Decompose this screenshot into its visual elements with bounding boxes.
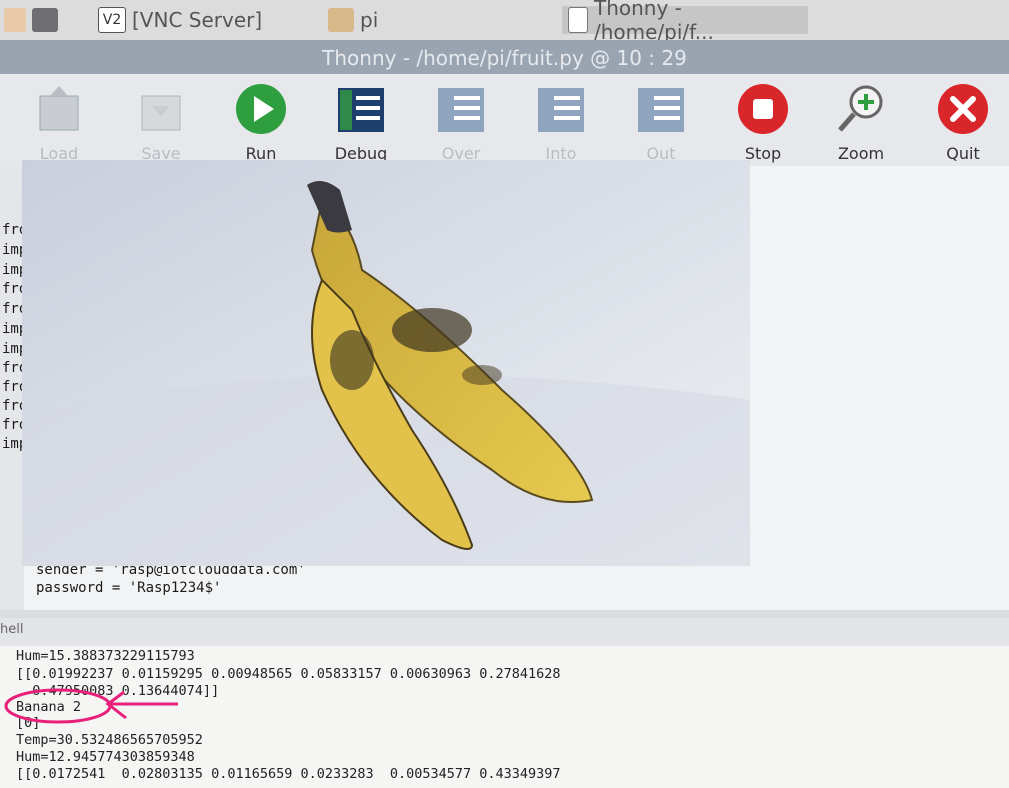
taskbar-pi-label: pi bbox=[360, 8, 379, 32]
out-button[interactable]: Out bbox=[618, 82, 704, 163]
shell-line: [[0.0172541 0.02803135 0.01165659 0.0233… bbox=[16, 766, 561, 782]
shell-tab-label: hell bbox=[0, 622, 24, 637]
shell-line: Temp=30.532486565705952 bbox=[16, 732, 203, 748]
window-title: Thonny - /home/pi/fruit.py @ 10 : 29 bbox=[322, 46, 687, 70]
toolbar: Load Save Run Debug Over Into Out Stop Z… bbox=[0, 74, 1009, 166]
taskbar-item-pi[interactable]: pi bbox=[328, 6, 378, 34]
thonny-icon bbox=[568, 7, 588, 33]
quit-label: Quit bbox=[946, 144, 980, 163]
annotation-circle-arrow bbox=[4, 688, 178, 724]
taskbar-item-thonny[interactable]: Thonny - /home/pi/f... bbox=[562, 0, 808, 44]
load-button[interactable]: Load bbox=[16, 82, 102, 163]
taskbar-thonny-label: Thonny - /home/pi/f... bbox=[594, 0, 714, 44]
window-titlebar[interactable]: Thonny - /home/pi/fruit.py @ 10 : 29 bbox=[0, 40, 1009, 74]
run-button[interactable]: Run bbox=[218, 82, 304, 163]
shell-output[interactable]: Hum=15.388373229115793 [[0.01992237 0.01… bbox=[0, 646, 1009, 788]
shell-line: Hum=15.388373229115793 bbox=[16, 648, 195, 664]
app-icon bbox=[4, 8, 26, 32]
shell-tab[interactable]: hell bbox=[0, 618, 1009, 646]
taskbar-vnc-label: [VNC Server] bbox=[132, 8, 263, 32]
quit-button[interactable]: Quit bbox=[920, 82, 1006, 163]
run-icon bbox=[236, 84, 286, 134]
shell-line: [[0.01992237 0.01159295 0.00948565 0.058… bbox=[16, 666, 561, 682]
vnc-icon: V2 bbox=[98, 7, 126, 33]
step-into-icon bbox=[538, 88, 584, 132]
load-icon bbox=[39, 86, 79, 131]
debug-button[interactable]: Debug bbox=[318, 82, 404, 163]
taskbar-item-app[interactable] bbox=[4, 6, 64, 34]
banana-image bbox=[22, 160, 750, 566]
debug-icon bbox=[338, 88, 384, 132]
camera-preview-window bbox=[22, 160, 750, 566]
taskbar: V2 [VNC Server] pi Thonny - /home/pi/f..… bbox=[0, 0, 1009, 44]
save-icon bbox=[141, 95, 181, 131]
step-over-icon bbox=[438, 88, 484, 132]
zoom-label: Zoom bbox=[837, 144, 885, 163]
app-icon-2 bbox=[32, 8, 58, 32]
close-icon bbox=[938, 84, 988, 134]
step-out-icon bbox=[638, 88, 684, 132]
into-button[interactable]: Into bbox=[518, 82, 604, 163]
stop-button[interactable]: Stop bbox=[720, 82, 806, 163]
zoom-icon bbox=[838, 85, 883, 132]
over-button[interactable]: Over bbox=[418, 82, 504, 163]
taskbar-item-vnc[interactable]: V2 [VNC Server] bbox=[98, 6, 262, 34]
shell-line: Hum=12.945774303859348 bbox=[16, 749, 195, 765]
folder-icon bbox=[328, 8, 354, 32]
save-button[interactable]: Save bbox=[118, 82, 204, 163]
zoom-button[interactable]: Zoom bbox=[818, 82, 904, 163]
stop-icon bbox=[738, 84, 788, 134]
code-line-password: password = 'Rasp1234$' bbox=[36, 580, 222, 596]
